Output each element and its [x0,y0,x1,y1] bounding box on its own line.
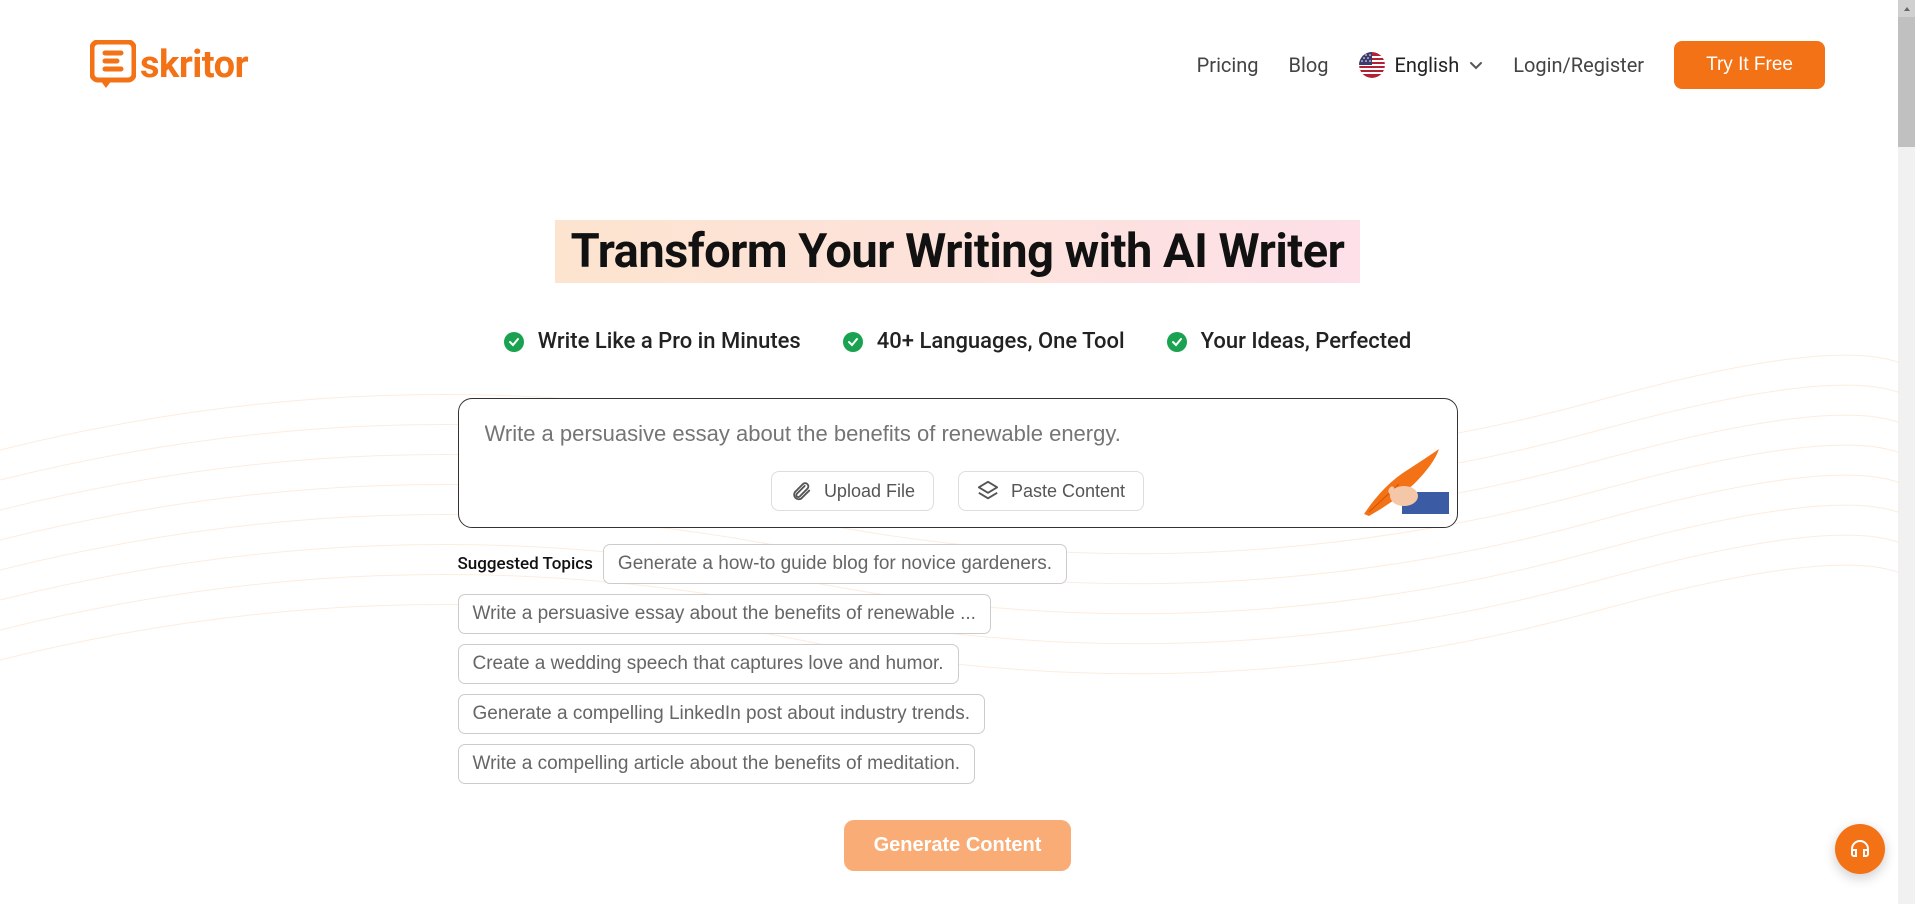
paste-content-button[interactable]: Paste Content [958,471,1144,511]
check-icon [1167,332,1187,352]
upload-file-button[interactable]: Upload File [771,471,934,511]
headline: Transform Your Writing with AI Writer [555,220,1361,283]
check-icon [843,332,863,352]
feature-text: Write Like a Pro in Minutes [538,329,801,354]
nav-pricing[interactable]: Pricing [1197,53,1259,77]
feature-text: Your Ideas, Perfected [1201,329,1412,354]
feature-item: Write Like a Pro in Minutes [504,329,801,354]
prompt-actions: Upload File Paste Content [485,471,1431,511]
prompt-input[interactable] [485,421,1431,447]
logo-text: skritor [140,43,248,87]
quill-illustration-icon [1354,444,1449,519]
hero: Transform Your Writing with AI Writer Wr… [0,100,1915,871]
paste-label: Paste Content [1011,481,1125,502]
logo[interactable]: skritor [90,40,248,90]
language-label: English [1395,53,1460,77]
flag-us-icon [1359,52,1385,78]
prompt-box: Upload File Paste Content [458,398,1458,528]
topic-chip[interactable]: Generate a how-to guide blog for novice … [603,544,1067,584]
paperclip-icon [790,480,812,502]
chevron-down-icon [1469,58,1483,72]
topic-chip[interactable]: Write a compelling article about the ben… [458,744,976,784]
topic-chip[interactable]: Create a wedding speech that captures lo… [458,644,959,684]
feature-item: Your Ideas, Perfected [1167,329,1412,354]
topic-chip[interactable]: Write a persuasive essay about the benef… [458,594,991,634]
try-free-button[interactable]: Try It Free [1674,41,1825,89]
feature-item: 40+ Languages, One Tool [843,329,1125,354]
header: skritor Pricing Blog [0,0,1915,100]
nav-login[interactable]: Login/Register [1513,53,1644,77]
feature-text: 40+ Languages, One Tool [877,329,1125,354]
nav-blog[interactable]: Blog [1289,53,1329,77]
generate-button[interactable]: Generate Content [844,820,1072,871]
check-icon [504,332,524,352]
language-selector[interactable]: English [1359,52,1484,78]
logo-icon [90,40,136,90]
layers-icon [977,480,999,502]
suggested-topics: Suggested Topics Generate a how-to guide… [458,544,1458,794]
topic-chip[interactable]: Generate a compelling LinkedIn post abou… [458,694,985,734]
upload-label: Upload File [824,481,915,502]
scrollbar-up-icon[interactable] [1898,0,1915,17]
topics-label: Suggested Topics [458,554,593,574]
features: Write Like a Pro in Minutes 40+ Language… [504,329,1411,354]
nav: Pricing Blog [1197,41,1825,89]
